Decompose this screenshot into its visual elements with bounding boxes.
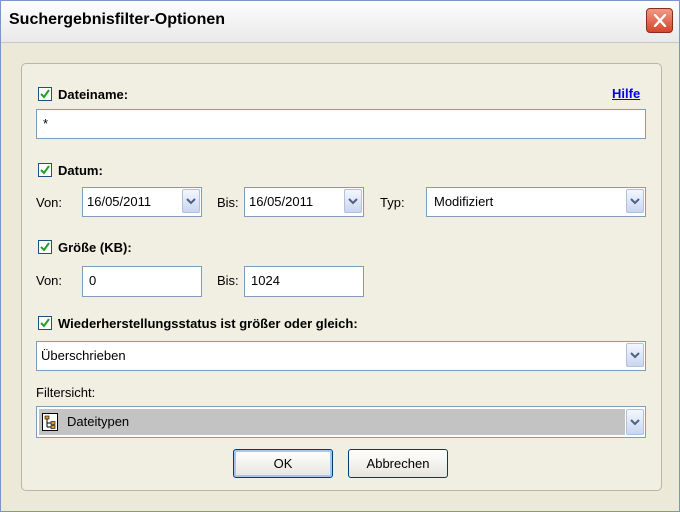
date-to-picker[interactable]: 16/05/2011 bbox=[244, 187, 364, 217]
size-from-input[interactable]: 0 bbox=[82, 266, 202, 297]
recovery-status-select[interactable]: Überschrieben bbox=[36, 341, 646, 371]
date-from-dropdown-button[interactable] bbox=[182, 189, 200, 213]
filter-view-dropdown-button[interactable] bbox=[626, 409, 644, 435]
check-icon bbox=[40, 318, 50, 328]
cancel-button[interactable]: Abbrechen bbox=[348, 449, 448, 478]
filter-view-label: Filtersicht: bbox=[36, 385, 96, 400]
date-type-label: Typ: bbox=[380, 195, 405, 210]
recovery-status-value: Überschrieben bbox=[41, 348, 126, 363]
chevron-down-icon bbox=[630, 352, 640, 359]
chevron-down-icon bbox=[348, 198, 358, 205]
check-icon bbox=[40, 242, 50, 252]
date-type-select[interactable]: Modifiziert bbox=[426, 187, 646, 217]
chevron-down-icon bbox=[630, 198, 640, 205]
size-checkbox[interactable] bbox=[38, 240, 52, 254]
ok-button[interactable]: OK bbox=[233, 449, 333, 478]
date-from-value: 16/05/2011 bbox=[87, 194, 152, 209]
filter-view-value: Dateitypen bbox=[67, 414, 130, 429]
date-type-value: Modifiziert bbox=[434, 194, 494, 209]
date-label: Datum: bbox=[58, 163, 103, 178]
date-type-dropdown-button[interactable] bbox=[626, 189, 644, 213]
chevron-down-icon bbox=[186, 198, 196, 205]
chevron-down-icon bbox=[630, 419, 640, 426]
dialog-window: Suchergebnisfilter-Optionen Dateiname: H… bbox=[0, 0, 680, 512]
size-to-label: Bis: bbox=[217, 273, 239, 288]
date-to-value: 16/05/2011 bbox=[249, 194, 314, 209]
recovery-status-dropdown-button[interactable] bbox=[626, 343, 644, 367]
filename-label: Dateiname: bbox=[58, 87, 129, 102]
size-from-label: Von: bbox=[36, 273, 63, 288]
close-button[interactable] bbox=[646, 8, 673, 33]
date-from-picker[interactable]: 16/05/2011 bbox=[82, 187, 202, 217]
date-from-label: Von: bbox=[36, 195, 63, 210]
check-icon bbox=[40, 165, 50, 175]
filter-view-select[interactable]: Dateitypen bbox=[36, 406, 646, 438]
date-checkbox[interactable] bbox=[38, 163, 52, 177]
file-tree-icon bbox=[42, 413, 58, 431]
size-to-input[interactable]: 1024 bbox=[244, 266, 364, 297]
title-bar[interactable]: Suchergebnisfilter-Optionen bbox=[1, 1, 679, 43]
help-link[interactable]: Hilfe bbox=[612, 86, 640, 101]
size-label: Größe (KB): bbox=[58, 240, 132, 255]
filename-checkbox[interactable] bbox=[38, 87, 52, 101]
window-title: Suchergebnisfilter-Optionen bbox=[9, 11, 226, 28]
filename-input[interactable]: * bbox=[36, 109, 646, 139]
recovery-status-checkbox[interactable] bbox=[38, 316, 52, 330]
check-icon bbox=[40, 89, 50, 99]
close-icon bbox=[653, 14, 667, 27]
recovery-status-label: Wiederherstellungsstatus ist größer oder… bbox=[58, 316, 358, 331]
date-to-dropdown-button[interactable] bbox=[344, 189, 362, 213]
date-to-label: Bis: bbox=[217, 195, 239, 210]
